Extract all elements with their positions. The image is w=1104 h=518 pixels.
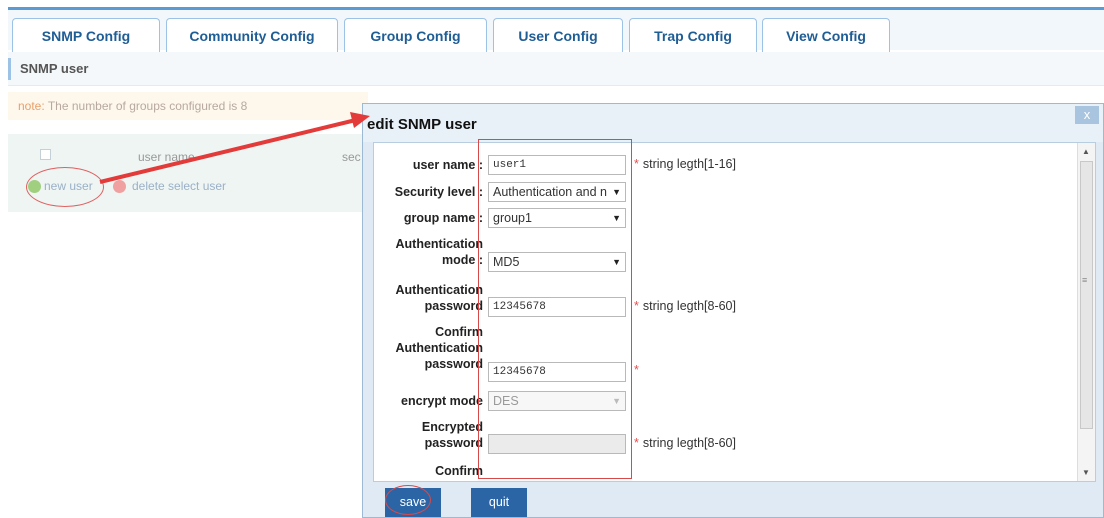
annotation-arrow [99, 112, 370, 184]
